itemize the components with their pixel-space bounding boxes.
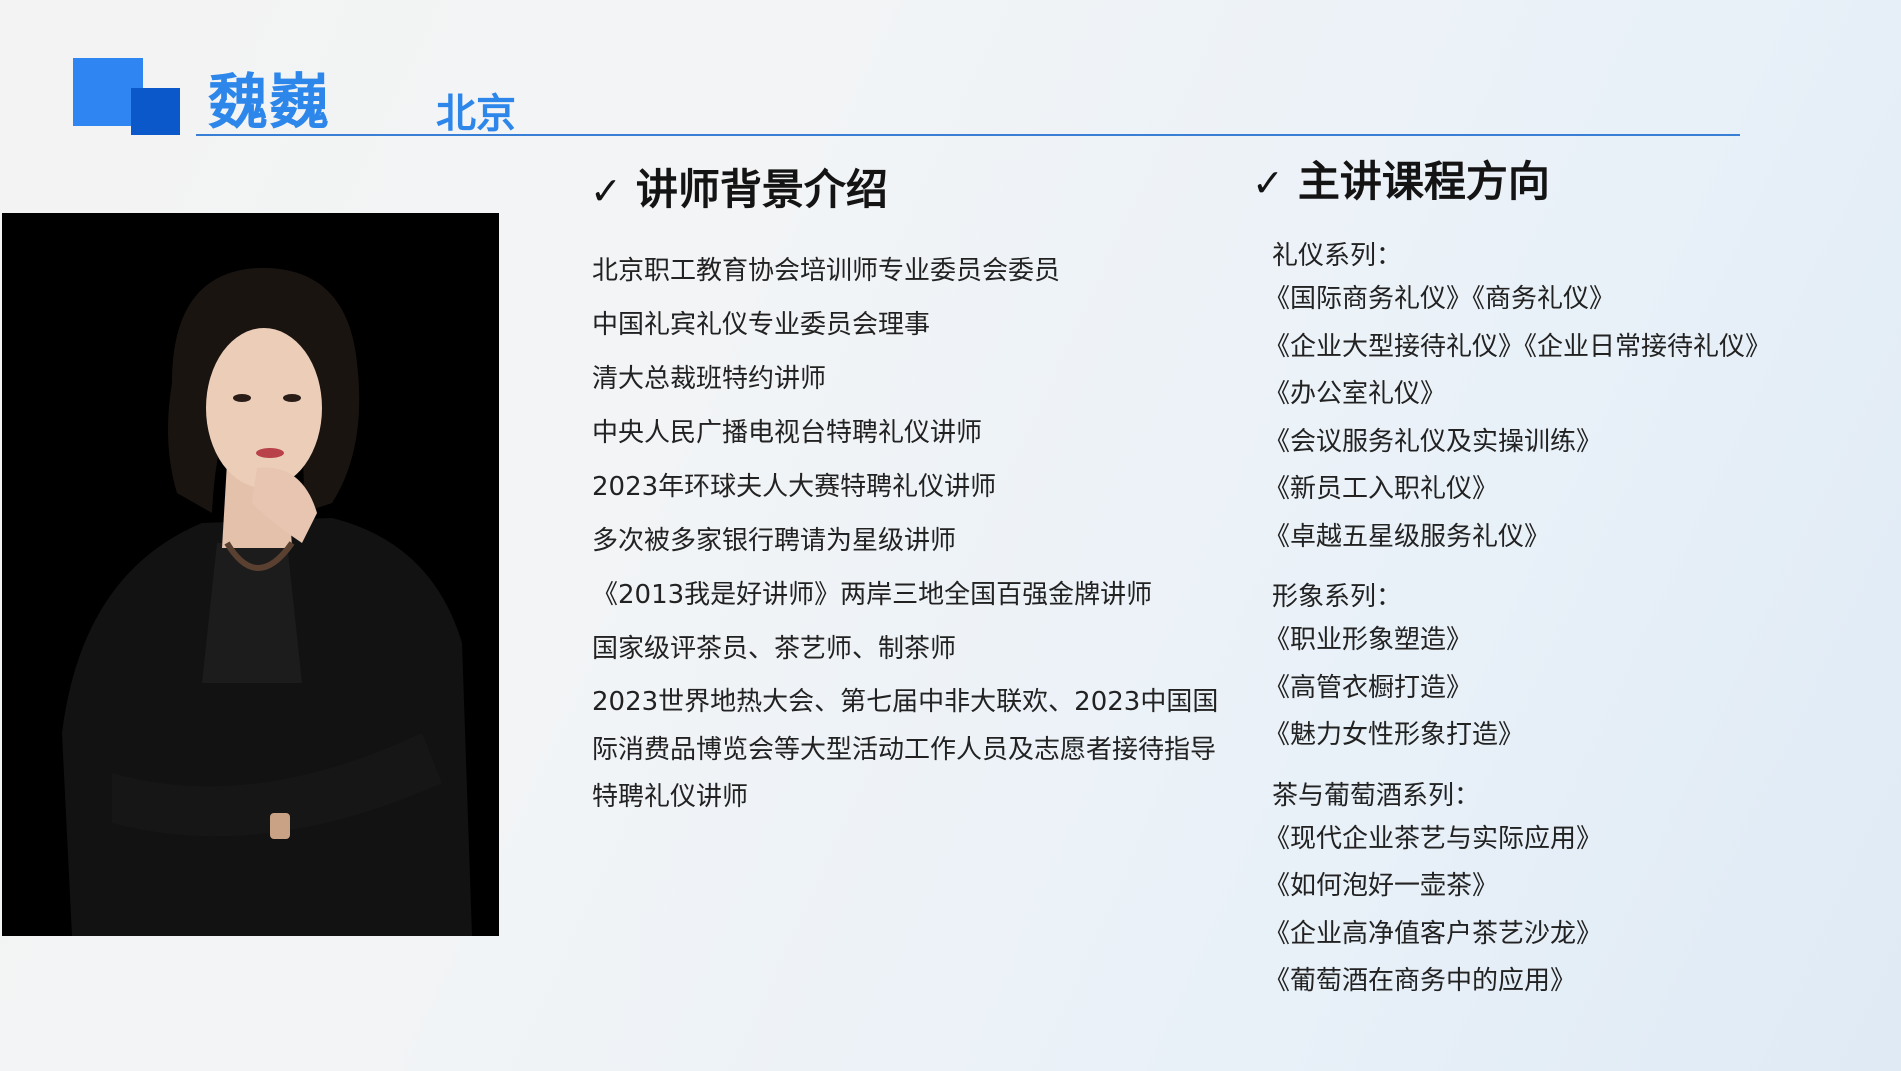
course-item: 《如何泡好一壶茶》 [1264,871,1499,901]
course-series-etiquette: 礼仪系列： 《国际商务礼仪》《商务礼仪》 《企业大型接待礼仪》《企业日常接待礼仪… [1264,236,1872,561]
portrait-illustration [2,213,499,936]
background-item: 国家级评茶员、茶艺师、制茶师 [592,634,957,664]
series-title: 茶与葡萄酒系列： [1272,780,1481,811]
background-item: 2023年环球夫人大赛特聘礼仪讲师 [592,472,997,502]
background-section-title: ✓ 讲师背景介绍 [590,163,888,218]
course-series-image: 形象系列： 《职业形象塑造》 《高管衣橱打造》 《魅力女性形象打造》 [1264,577,1872,760]
lecturer-name: 魏巍 [208,68,330,138]
course-list: 礼仪系列： 《国际商务礼仪》《商务礼仪》 《企业大型接待礼仪》《企业日常接待礼仪… [1264,236,1872,1022]
slide: 魏巍 北京 ✓ 讲师背景介绍 北京职工教育协会培训师专业委员会委员 中国礼宾礼仪… [0,0,1901,1071]
course-item: 《魅力女性形象打造》 [1264,720,1525,750]
background-item: 中央人民广播电视台特聘礼仪讲师 [592,418,983,448]
course-item: 《新员工入职礼仪》 [1264,474,1499,504]
background-title-text: 讲师背景介绍 [635,165,888,214]
background-item: 多次被多家银行聘请为星级讲师 [592,526,957,556]
course-item: 《国际商务礼仪》《商务礼仪》 [1264,284,1616,314]
header-divider [196,134,1740,136]
course-item: 《办公室礼仪》 [1264,379,1447,409]
background-item: 《2013我是好讲师》两岸三地全国百强金牌讲师 [592,580,1153,610]
checkmark-icon: ✓ [590,169,622,213]
courses-section-title: ✓ 主讲课程方向 [1252,155,1550,210]
checkmark-icon: ✓ [1252,161,1284,205]
course-item: 《葡萄酒在商务中的应用》 [1264,966,1577,996]
series-title: 礼仪系列： [1272,241,1403,271]
background-item: 2023世界地热大会、第七届中非大联欢、2023中国国际消费品博览会等大型活动工… [592,687,1219,812]
courses-title-text: 主讲课程方向 [1297,157,1550,206]
background-list: 北京职工教育协会培训师专业委员会委员 中国礼宾礼仪专业委员会理事 清大总裁班特约… [592,244,1232,822]
course-item: 《卓越五星级服务礼仪》 [1264,521,1551,552]
series-title: 形象系列： [1272,582,1403,612]
course-series-tea-wine: 茶与葡萄酒系列： 《现代企业茶艺与实际应用》 《如何泡好一壶茶》 《企业高净值客… [1264,776,1872,1006]
course-item: 《高管衣橱打造》 [1264,672,1473,703]
logo-square-dark [131,88,180,135]
course-item: 《现代企业茶艺与实际应用》 [1264,823,1603,854]
course-item: 《企业高净值客户茶艺沙龙》 [1264,918,1603,949]
lecturer-city: 北京 [436,91,516,137]
background-item: 中国礼宾礼仪专业委员会理事 [592,310,931,340]
course-item: 《职业形象塑造》 [1264,625,1473,655]
background-item: 清大总裁班特约讲师 [592,364,827,394]
background-item: 北京职工教育协会培训师专业委员会委员 [592,256,1061,286]
lecturer-portrait [2,213,499,936]
course-item: 《企业大型接待礼仪》《企业日常接待礼仪》 [1264,331,1772,362]
course-item: 《会议服务礼仪及实操训练》 [1264,426,1603,457]
